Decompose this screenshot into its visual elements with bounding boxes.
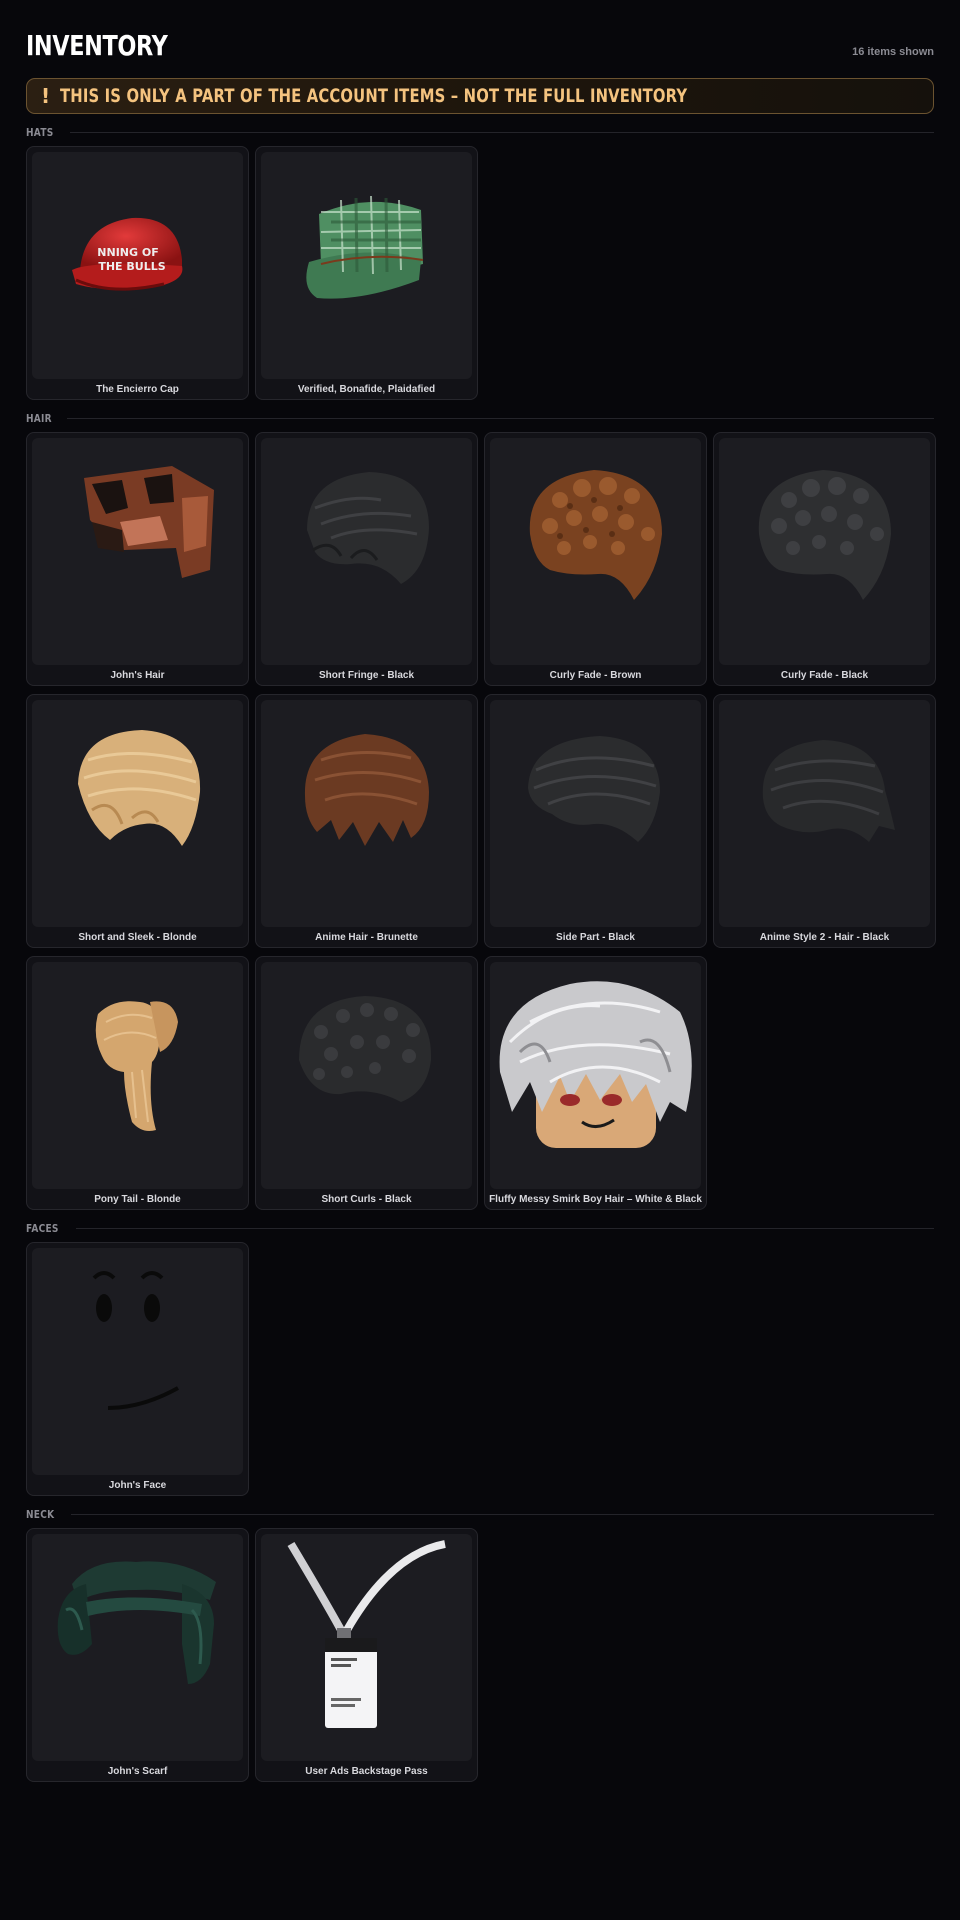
item-name: Curly Fade - Brown	[549, 670, 642, 681]
cap-text-line-1: NNING OF	[97, 246, 158, 259]
item-thumbnail	[261, 1534, 472, 1761]
item-thumbnail	[32, 700, 243, 927]
item-name: Fluffy Messy Smirk Boy Hair – White & Bl…	[489, 1194, 702, 1205]
item-name: Verified, Bonafide, Plaidafied	[297, 384, 436, 395]
section-divider	[70, 1513, 934, 1515]
inventory-page: INVENTORY 16 items shown ! THIS IS ONLY …	[0, 0, 960, 1920]
item-card[interactable]: Anime Style 2 - Hair - Black	[713, 694, 936, 948]
item-thumbnail	[32, 1534, 243, 1761]
cap-text-line-2: THE BULLS	[98, 260, 165, 273]
item-thumbnail	[261, 700, 472, 927]
item-name: User Ads Backstage Pass	[305, 1766, 428, 1777]
item-card[interactable]: Curly Fade - Black	[713, 432, 936, 686]
item-card[interactable]: Pony Tail - Blonde	[26, 956, 249, 1210]
item-thumbnail	[490, 438, 701, 665]
faces-grid: John's Face	[26, 1242, 934, 1496]
item-card[interactable]: Short Fringe - Black	[255, 432, 478, 686]
item-name: Short and Sleek - Blonde	[78, 932, 197, 943]
section-header-neck: NECK	[26, 1504, 934, 1524]
item-thumbnail	[261, 438, 472, 665]
black-short-curls-hair-icon	[299, 996, 432, 1102]
item-card[interactable]: User Ads Backstage Pass	[255, 1528, 478, 1782]
item-card[interactable]: Anime Hair - Brunette	[255, 694, 478, 948]
brown-blocky-hair-icon	[84, 466, 214, 578]
item-name: Short Fringe - Black	[318, 670, 414, 681]
item-thumbnail	[719, 438, 930, 665]
red-cap-icon: NNING OF THE BULLS	[72, 217, 183, 291]
exclamation-icon: !	[41, 84, 51, 108]
item-card[interactable]: Curly Fade - Brown	[484, 432, 707, 686]
blonde-sleek-hair-icon	[78, 730, 201, 846]
header: INVENTORY 16 items shown	[26, 26, 934, 66]
section-label: NECK	[26, 1507, 55, 1521]
black-anime-hair-icon	[762, 740, 895, 842]
item-thumbnail	[490, 700, 701, 927]
item-card[interactable]: Verified, Bonafide, Plaidafied	[255, 146, 478, 400]
hair-grid: John's Hair Short Fringe - Black Curly F…	[26, 432, 936, 1210]
section-divider	[75, 1227, 934, 1229]
section-header-hair: HAIR	[26, 408, 934, 428]
blonde-ponytail-hair-icon	[95, 1001, 178, 1131]
brown-curly-hair-icon	[529, 470, 662, 600]
item-name: Anime Hair - Brunette	[315, 932, 418, 943]
item-thumbnail	[32, 438, 243, 665]
item-name: Short Curls - Black	[321, 1194, 412, 1205]
section-divider	[67, 417, 934, 419]
item-thumbnail: NNING OF THE BULLS	[32, 152, 243, 379]
item-count: 16 items shown	[852, 46, 934, 58]
item-card[interactable]: NNING OF THE BULLS The Encierro Cap	[26, 146, 249, 400]
item-thumbnail	[261, 962, 472, 1189]
item-name: Curly Fade - Black	[780, 670, 869, 681]
item-thumbnail	[32, 1248, 243, 1475]
white-fluffy-hair-head-icon	[499, 981, 692, 1148]
item-thumbnail	[32, 962, 243, 1189]
warning-banner: ! THIS IS ONLY A PART OF THE ACCOUNT ITE…	[26, 78, 934, 114]
item-name: Anime Style 2 - Hair - Black	[759, 932, 890, 943]
item-name: John's Hair	[110, 670, 165, 681]
black-fringe-hair-icon	[307, 472, 429, 584]
section-divider	[69, 131, 934, 133]
page-title: INVENTORY	[26, 29, 168, 62]
smirk-face-icon	[92, 1271, 179, 1410]
hats-grid: NNING OF THE BULLS The Encierro Cap Veri…	[26, 146, 934, 400]
item-thumbnail	[719, 700, 930, 927]
item-name: Side Part - Black	[556, 932, 635, 943]
green-plaid-cap-icon	[306, 195, 424, 299]
black-curly-hair-icon	[758, 470, 891, 600]
section-label: HAIR	[26, 411, 52, 425]
item-name: The Encierro Cap	[96, 384, 179, 395]
section-header-hats: HATS	[26, 122, 934, 142]
item-card[interactable]: Fluffy Messy Smirk Boy Hair – White & Bl…	[484, 956, 707, 1210]
item-card[interactable]: Short and Sleek - Blonde	[26, 694, 249, 948]
black-side-part-hair-icon	[528, 736, 660, 842]
item-card[interactable]: Side Part - Black	[484, 694, 707, 948]
item-card[interactable]: Short Curls - Black	[255, 956, 478, 1210]
dark-green-scarf-icon	[57, 1561, 216, 1684]
item-card[interactable]: John's Face	[26, 1242, 249, 1496]
item-thumbnail	[490, 962, 701, 1189]
section-header-faces: FACES	[26, 1218, 934, 1238]
item-card[interactable]: John's Hair	[26, 432, 249, 686]
item-card[interactable]: John's Scarf	[26, 1528, 249, 1782]
neck-grid: John's Scarf User Ads Backstage Pass	[26, 1528, 934, 1782]
lanyard-pass-icon	[287, 1540, 446, 1728]
item-name: John's Scarf	[107, 1766, 168, 1777]
brunette-anime-hair-icon	[304, 734, 429, 846]
item-thumbnail	[261, 152, 472, 379]
warning-text: THIS IS ONLY A PART OF THE ACCOUNT ITEMS…	[60, 85, 688, 107]
section-label: FACES	[26, 1221, 59, 1235]
section-label: HATS	[26, 125, 54, 139]
item-name: Pony Tail - Blonde	[94, 1194, 181, 1205]
item-name: John's Face	[108, 1480, 167, 1491]
